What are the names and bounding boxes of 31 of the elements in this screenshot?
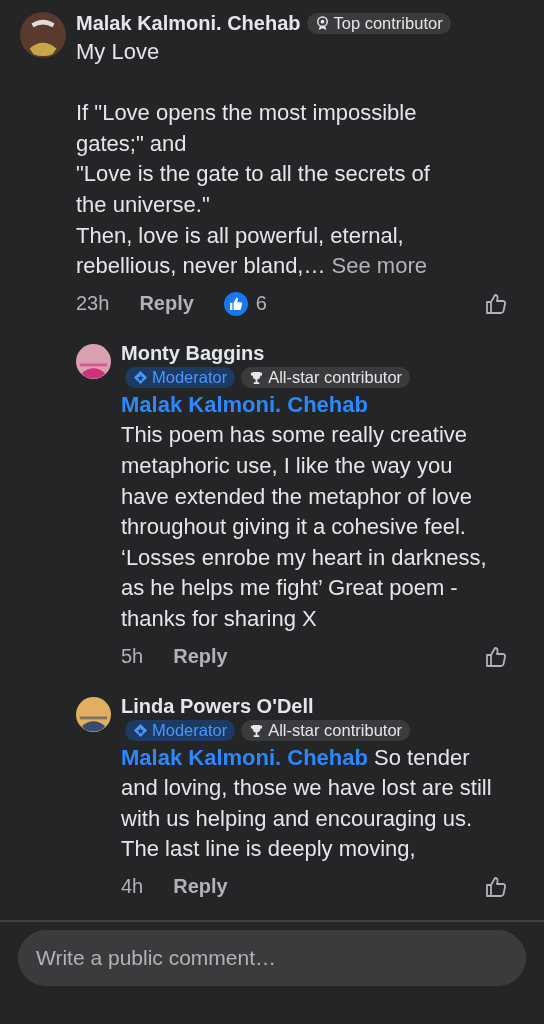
reaction-count[interactable]: 6 <box>255 292 267 316</box>
like-icon[interactable] <box>484 874 508 899</box>
mention-link[interactable]: Malak Kalmoni. Chehab <box>121 391 368 417</box>
comment-text: Malak Kalmoni. Chehab So tender and loving, those we have lost are still with us helping and encouraging us. The last line is deeply moving, <box>121 743 493 864</box>
role-badge: All-star contributor <box>241 719 411 741</box>
role-badge: Moderator <box>125 366 236 388</box>
shield-star-icon <box>133 369 148 385</box>
role-badge: Moderator <box>125 719 236 741</box>
reply-link[interactable]: Reply <box>139 292 194 316</box>
comment-text: My Love If "Love opens the most impossible gates;" and "Love is the gate to all the secrets of the universe." Then, love is all powerful, eternal, rebellious, never bland,… See more <box>76 38 431 281</box>
comment-input[interactable]: Write a public comment… <box>18 930 526 986</box>
comment-text: Malak Kalmoni. Chehab This poem has some really creative metaphoric use, I like the way you have extended the metaphor of love throughout giving it a cohesive feel. ‘Losses enrobe my heart in darkness, as he helps me fight’ Great poem - thanks for sharing X <box>121 390 488 633</box>
reply-link[interactable]: Reply <box>173 875 228 899</box>
author-name[interactable]: Malak Kalmoni. Chehab <box>76 12 301 35</box>
mention-link[interactable]: Malak Kalmoni. Chehab <box>121 744 368 770</box>
role-badge: All-star contributor <box>241 366 411 388</box>
see-more-link[interactable]: See more <box>331 253 427 279</box>
comment-time: 5h <box>121 645 144 668</box>
reply-link[interactable]: Reply <box>173 645 228 668</box>
trophy-icon <box>249 722 265 738</box>
like-reaction-icon <box>223 291 248 316</box>
like-icon[interactable] <box>484 291 508 316</box>
comment-time: 23h <box>76 292 110 316</box>
author-name[interactable]: Linda Powers O'Dell <box>121 694 314 718</box>
medal-icon <box>314 16 330 31</box>
shield-star-icon <box>133 722 148 738</box>
like-icon[interactable] <box>484 644 508 669</box>
author-name[interactable]: Monty Baggins <box>121 341 265 365</box>
trophy-icon <box>249 369 265 385</box>
comment-time: 4h <box>121 875 144 899</box>
contributor-badge: Top contributor <box>306 13 451 34</box>
